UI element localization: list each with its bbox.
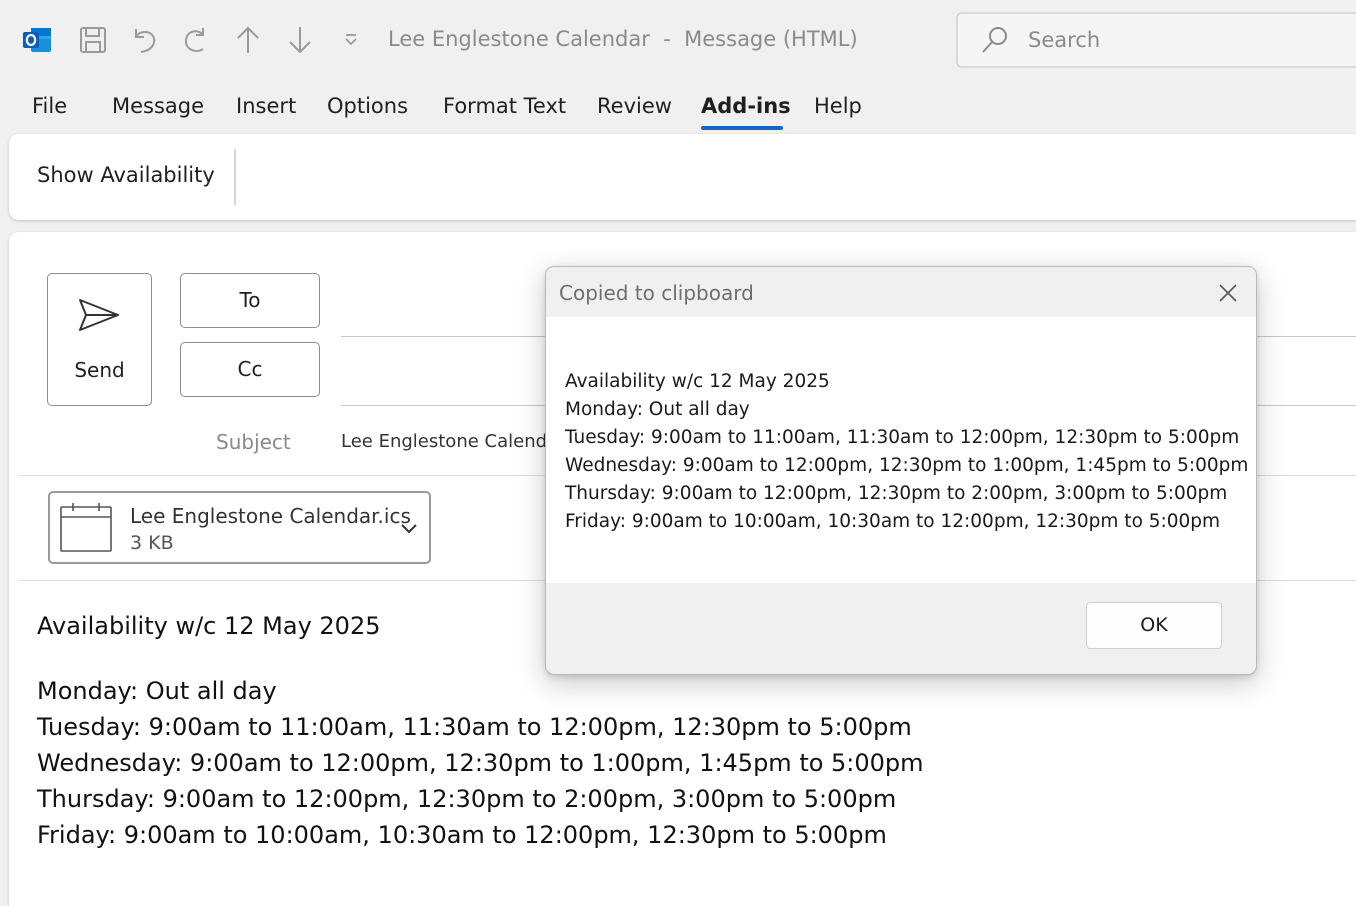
outlook-app-icon xyxy=(20,22,54,58)
send-icon xyxy=(78,298,120,336)
menu-insert[interactable]: Insert xyxy=(236,94,296,118)
ribbon-separator xyxy=(234,149,236,205)
save-icon[interactable] xyxy=(76,22,110,58)
attachment-card[interactable]: Lee Englestone Calendar.ics 3 KB xyxy=(48,491,431,564)
menu-file[interactable]: File xyxy=(32,94,67,118)
customize-dropdown-icon[interactable] xyxy=(334,22,368,58)
to-button[interactable]: To xyxy=(180,273,320,328)
up-arrow-icon[interactable] xyxy=(231,22,265,58)
dialog-content: Availability w/c 12 May 2025 Monday: Out… xyxy=(546,317,1256,583)
dialog-line: Availability w/c 12 May 2025 xyxy=(565,371,830,392)
body-heading: Availability w/c 12 May 2025 xyxy=(37,612,381,640)
chevron-down-icon[interactable] xyxy=(400,520,418,539)
close-icon[interactable] xyxy=(1216,281,1240,305)
attachment-name: Lee Englestone Calendar.ics xyxy=(130,504,411,528)
menu-add-ins[interactable]: Add-ins xyxy=(701,94,791,118)
search-input[interactable]: Search xyxy=(956,12,1356,68)
message-body[interactable]: Monday: Out all day Tuesday: 9:00am to 1… xyxy=(37,673,924,853)
dialog-line: Wednesday: 9:00am to 12:00pm, 12:30pm to… xyxy=(565,455,1249,476)
menu-help[interactable]: Help xyxy=(814,94,862,118)
body-line: Monday: Out all day xyxy=(37,677,277,705)
redo-icon[interactable] xyxy=(179,22,213,58)
show-availability-button[interactable]: Show Availability xyxy=(37,163,215,187)
down-arrow-icon[interactable] xyxy=(283,22,317,58)
subject-input[interactable]: Lee Englestone Calenda xyxy=(341,431,558,452)
active-tab-indicator xyxy=(701,126,783,130)
dialog-title: Copied to clipboard xyxy=(559,281,754,305)
body-line: Tuesday: 9:00am to 11:00am, 11:30am to 1… xyxy=(37,713,912,741)
subject-label: Subject xyxy=(216,430,291,454)
menu-bar: File Message Insert Options Format Text … xyxy=(0,90,1356,130)
ok-button[interactable]: OK xyxy=(1086,602,1222,649)
search-placeholder: Search xyxy=(1028,28,1101,52)
title-bar: Lee Englestone Calendar - Message (HTML)… xyxy=(0,0,1356,80)
dialog-line: Friday: 9:00am to 10:00am, 10:30am to 12… xyxy=(565,511,1221,532)
menu-review[interactable]: Review xyxy=(597,94,672,118)
body-line: Wednesday: 9:00am to 12:00pm, 12:30pm to… xyxy=(37,749,924,777)
body-line: Thursday: 9:00am to 12:00pm, 12:30pm to … xyxy=(37,785,897,813)
menu-format-text[interactable]: Format Text xyxy=(443,94,566,118)
window-title: Lee Englestone Calendar - Message (HTML) xyxy=(388,27,858,51)
dialog-line: Thursday: 9:00am to 12:00pm, 12:30pm to … xyxy=(565,483,1228,504)
ribbon: Show Availability xyxy=(9,134,1356,220)
search-icon xyxy=(980,25,1010,59)
send-label: Send xyxy=(74,358,125,382)
menu-options[interactable]: Options xyxy=(327,94,408,118)
cc-button[interactable]: Cc xyxy=(180,342,320,397)
calendar-file-icon xyxy=(59,501,113,557)
dialog-header: Copied to clipboard xyxy=(546,267,1256,317)
menu-message[interactable]: Message xyxy=(112,94,204,118)
attachment-size: 3 KB xyxy=(130,532,174,554)
send-button[interactable]: Send xyxy=(47,273,152,406)
clipboard-dialog: Copied to clipboard Availability w/c 12 … xyxy=(545,266,1257,675)
body-line: Friday: 9:00am to 10:00am, 10:30am to 12… xyxy=(37,821,887,849)
dialog-line: Tuesday: 9:00am to 11:00am, 11:30am to 1… xyxy=(565,427,1240,448)
dialog-line: Monday: Out all day xyxy=(565,399,750,420)
undo-icon[interactable] xyxy=(127,22,161,58)
